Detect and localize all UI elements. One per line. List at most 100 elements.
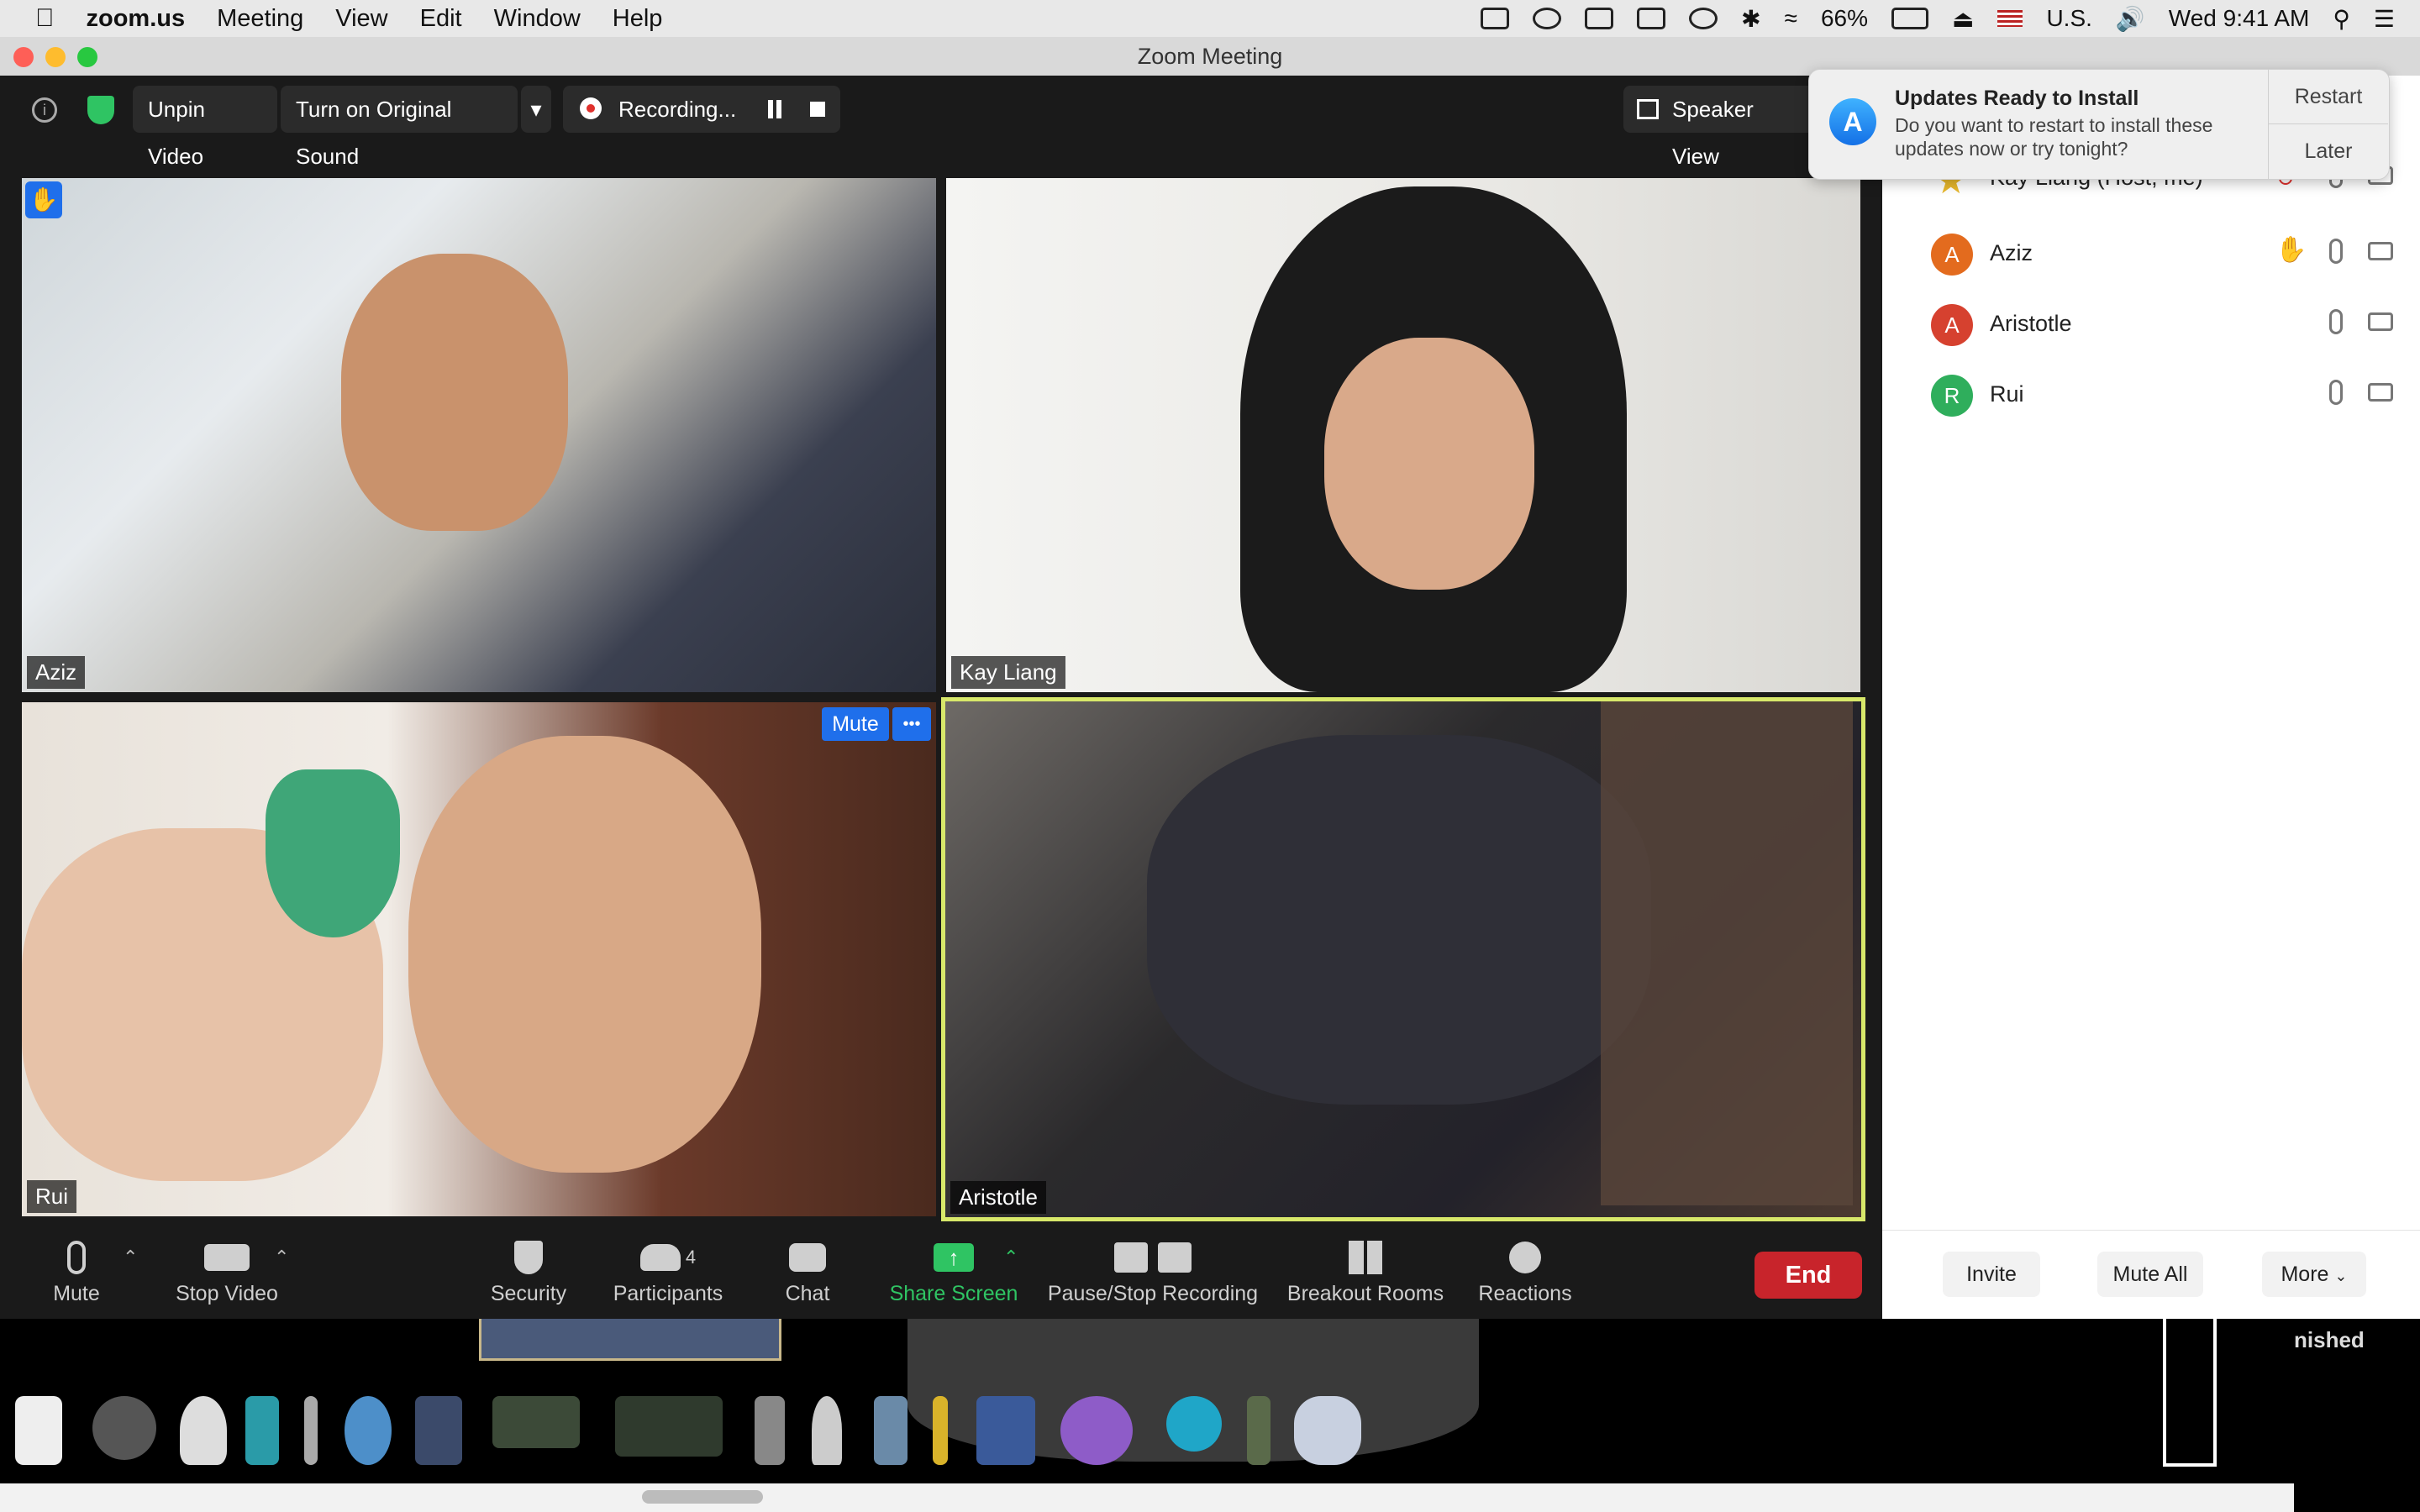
input-source[interactable]: U.S.	[2046, 5, 2091, 32]
pause-stop-recording-label: Pause/Stop Recording	[1047, 1282, 1259, 1305]
spotlight-icon[interactable]: ⚲	[2333, 5, 2350, 33]
share-arrow-icon: ↑	[934, 1243, 974, 1272]
desktop-background: nished	[0, 1319, 2420, 1512]
microphone-icon[interactable]	[2329, 239, 2343, 264]
chalk-board-icon[interactable]	[615, 1396, 723, 1457]
globe-icon[interactable]	[345, 1396, 392, 1465]
more-label: More	[2281, 1263, 2329, 1286]
breakout-rooms-button[interactable]: Breakout Rooms	[1286, 1236, 1445, 1314]
display-icon[interactable]	[1585, 8, 1614, 29]
menu-window[interactable]: Window	[494, 5, 581, 33]
brush-icon[interactable]	[304, 1396, 318, 1465]
menu-meeting[interactable]: Meeting	[217, 5, 303, 33]
recording-indicator[interactable]: Recording...	[563, 86, 840, 133]
audio-options-chevron-icon[interactable]: ⌃	[123, 1247, 138, 1268]
participant-row[interactable]: R Rui	[1882, 360, 2420, 430]
scrollbar-thumb[interactable]	[642, 1490, 763, 1504]
share-screen-label: Share Screen	[889, 1282, 1018, 1305]
disc-icon[interactable]	[1166, 1396, 1222, 1452]
stop-video-button[interactable]: Stop Video	[173, 1236, 281, 1314]
share-screen-button[interactable]: ↑ Share Screen	[886, 1236, 1022, 1314]
tile-mute-button[interactable]: Mute	[822, 707, 889, 741]
participants-button[interactable]: 4 Participants	[608, 1236, 728, 1314]
menu-help[interactable]: Help	[613, 5, 663, 33]
encryption-shield-icon[interactable]	[87, 96, 114, 124]
more-button[interactable]: More ⌄	[2262, 1252, 2366, 1297]
video-camera-icon[interactable]	[2368, 383, 2393, 402]
battery-percent[interactable]: 66%	[1821, 5, 1868, 32]
wifi-icon[interactable]: ≈	[1785, 5, 1797, 32]
volume-icon[interactable]: 🔊	[2116, 5, 2145, 33]
timemachine-icon[interactable]	[1689, 8, 1718, 29]
menu-edit[interactable]: Edit	[420, 5, 462, 33]
original-sound-button[interactable]: Turn on Original Sound	[281, 86, 518, 169]
pause-recording-icon[interactable]	[768, 100, 781, 118]
close-window-button[interactable]	[13, 47, 34, 67]
bluetooth-icon[interactable]: ✱	[1741, 5, 1760, 33]
hammer-icon[interactable]	[874, 1396, 908, 1465]
original-sound-dropdown[interactable]: ▾	[521, 86, 551, 133]
turtle-icon[interactable]	[1060, 1396, 1133, 1465]
later-button[interactable]: Later	[2269, 124, 2388, 178]
zoom-status-icon[interactable]	[1481, 8, 1510, 29]
zoom-window-button[interactable]	[77, 47, 97, 67]
reactions-button[interactable]: Reactions	[1477, 1236, 1573, 1314]
menu-app-name[interactable]: zoom.us	[87, 5, 186, 33]
dice-icon[interactable]	[15, 1396, 62, 1465]
cabinet-icon[interactable]	[976, 1396, 1035, 1465]
mute-all-button[interactable]: Mute All	[2097, 1252, 2203, 1297]
reactions-label: Reactions	[1478, 1282, 1572, 1305]
minimize-window-button[interactable]	[45, 47, 66, 67]
microphone-icon[interactable]	[2329, 309, 2343, 334]
bag-icon[interactable]	[755, 1396, 785, 1465]
chat-label: Chat	[785, 1282, 830, 1305]
apple-icon[interactable]: 	[35, 4, 55, 33]
screens-icon[interactable]	[1637, 8, 1666, 29]
participant-row[interactable]: A Aziz ✋	[1882, 218, 2420, 289]
pause-stop-recording-button[interactable]: Pause/Stop Recording	[1045, 1236, 1260, 1314]
magnifier-icon[interactable]	[812, 1396, 842, 1465]
chart-wheel-icon[interactable]	[92, 1396, 156, 1460]
invite-button[interactable]: Invite	[1943, 1252, 2040, 1297]
book-icon[interactable]	[415, 1396, 462, 1465]
horizontal-scrollbar[interactable]	[0, 1483, 2294, 1512]
restart-button[interactable]: Restart	[2269, 70, 2388, 124]
participant-row[interactable]: A Aristotle	[1882, 289, 2420, 360]
chat-button[interactable]: Chat	[773, 1236, 842, 1314]
tile-more-button[interactable]: •••	[892, 707, 931, 741]
bottle-icon[interactable]	[245, 1396, 279, 1465]
video-camera-icon[interactable]	[2368, 312, 2393, 331]
security-button[interactable]: Security	[484, 1236, 573, 1314]
mute-label: Mute	[53, 1282, 100, 1305]
microphone-icon[interactable]	[2329, 380, 2343, 405]
menu-view[interactable]: View	[335, 5, 387, 33]
tile-name-aristotle: Aristotle	[950, 1181, 1046, 1214]
share-options-chevron-icon[interactable]: ⌃	[1003, 1247, 1018, 1268]
eject-icon[interactable]: ⏏	[1952, 5, 1974, 33]
unpin-video-button[interactable]: Unpin Video	[133, 86, 277, 169]
notification-title: Updates Ready to Install	[1895, 87, 2139, 110]
can-icon[interactable]	[1247, 1396, 1270, 1465]
control-center-icon[interactable]: ☰	[2374, 5, 2395, 33]
video-tile-kay-liang[interactable]: Kay Liang	[946, 178, 1860, 692]
hair-aristotle	[1601, 701, 1853, 1205]
clock[interactable]: Wed 9:41 AM	[2169, 5, 2310, 32]
recording-status-icon[interactable]	[1533, 8, 1562, 29]
mouse-figure-icon[interactable]	[1294, 1396, 1361, 1465]
stop-recording-icon[interactable]	[810, 102, 825, 117]
video-tile-rui[interactable]: Mute ••• Rui	[22, 702, 936, 1216]
video-tile-aristotle[interactable]: Aristotle	[941, 697, 1865, 1221]
speaker-view-button[interactable]: Speaker View	[1623, 86, 1817, 169]
mute-button[interactable]: Mute	[42, 1236, 111, 1314]
video-frame-rui	[408, 736, 761, 1173]
battery-icon[interactable]	[1891, 8, 1928, 29]
pencil-icon[interactable]	[933, 1396, 948, 1465]
chalk-sign-icon[interactable]	[492, 1396, 580, 1448]
video-tile-aziz[interactable]: ✋ Aziz	[22, 178, 936, 692]
chat-bubble-icon	[789, 1243, 826, 1272]
info-icon[interactable]: i	[32, 97, 57, 123]
video-options-chevron-icon[interactable]: ⌃	[274, 1247, 289, 1268]
end-meeting-button[interactable]: End	[1754, 1252, 1862, 1299]
lightbulb-icon[interactable]	[180, 1396, 227, 1465]
video-camera-icon[interactable]	[2368, 242, 2393, 260]
